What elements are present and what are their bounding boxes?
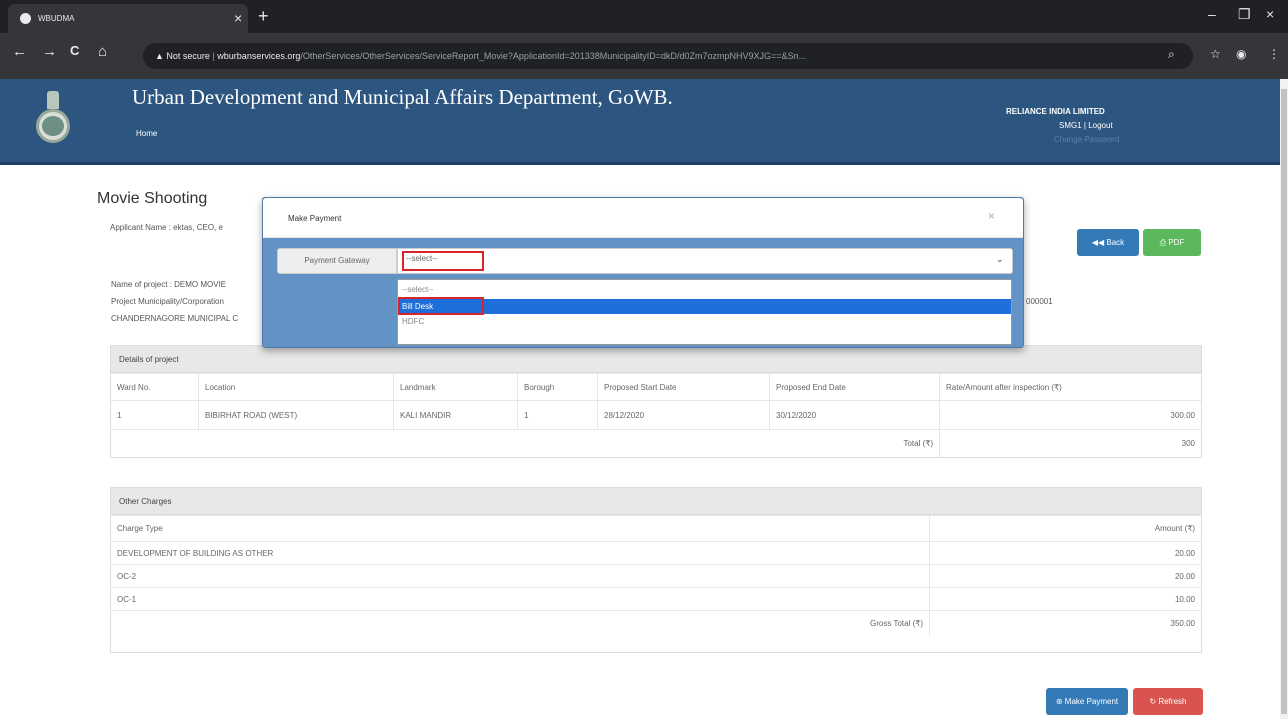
project-name: Name of project : DEMO MOVIE [111, 280, 227, 289]
total-label: Total (₹) [111, 430, 940, 457]
home-icon[interactable]: ⌂ [98, 43, 107, 60]
star-icon[interactable]: ☆ [1210, 47, 1221, 61]
table-cell: 1 [111, 401, 199, 429]
site-favicon-icon [20, 13, 31, 24]
option-hdfc[interactable]: HDFC [398, 314, 1011, 329]
payment-gateway-label: Payment Gateway [277, 248, 397, 274]
table-cell: 10.00 [1174, 594, 1195, 604]
column-header: Amount (₹) [1154, 524, 1195, 533]
table-row: DEVELOPMENT OF BUILDING AS OTHER 20.00 [111, 541, 1201, 564]
table-cell: 20.00 [1174, 571, 1195, 581]
column-header: Rate/Amount after inspection (₹) [946, 382, 1062, 392]
page-title: Movie Shooting [97, 190, 208, 207]
option-bill-desk[interactable]: Bill Desk [398, 299, 1011, 314]
option-select[interactable]: --select-- [398, 282, 1011, 297]
column-header: Location [199, 374, 394, 400]
refresh-button[interactable]: ↻ Refresh [1133, 688, 1203, 715]
chevron-down-icon: ⌄ [996, 254, 1004, 264]
company-name: RELIANCE INDIA LIMITED [1006, 107, 1105, 116]
annotation-highlight-box [402, 251, 484, 271]
tab-title: WBUDMA [38, 14, 75, 23]
browser-tab-bar: WBUDMA × + – ❐ × [0, 0, 1288, 33]
table-cell: BIBIRHAT ROAD (WEST) [199, 401, 394, 429]
home-link[interactable]: Home [136, 129, 157, 138]
column-header: Charge Type [111, 516, 930, 541]
browser-toolbar: ← → C ⌂ ▲ Not secure | wburbanservices.o… [0, 33, 1288, 79]
modal-title: Make Payment [288, 214, 342, 223]
table-row: OC-1 10.00 [111, 587, 1201, 610]
tab-close-icon[interactable]: × [234, 10, 242, 26]
gateway-options-list: --select-- Bill Desk HDFC [397, 279, 1012, 345]
modal-header: Make Payment × [263, 198, 1023, 238]
table-cell: 28/12/2020 [598, 401, 770, 429]
site-header: Urban Development and Municipal Affairs … [0, 79, 1280, 165]
menu-icon[interactable]: ⋮ [1268, 47, 1280, 61]
address-bar[interactable]: ▲ Not secure | wburbanservices.org/Other… [143, 43, 1193, 69]
project-details-panel: Details of project Ward No. Location Lan… [110, 345, 1202, 458]
make-payment-button[interactable]: ⊛ Make Payment [1046, 688, 1128, 715]
table-cell: 300.00 [1170, 410, 1195, 420]
project-municipality-name: CHANDERNAGORE MUNICIPAL C [111, 314, 239, 323]
new-tab-icon[interactable]: + [258, 6, 269, 27]
column-header: Proposed Start Date [598, 374, 770, 400]
modal-close-icon[interactable]: × [988, 209, 995, 223]
table-cell: KALI MANDIR [394, 401, 518, 429]
maximize-icon[interactable]: ❐ [1238, 6, 1251, 23]
gross-total-value: 350.00 [1170, 619, 1195, 628]
browser-tab[interactable]: WBUDMA × [8, 4, 248, 33]
not-secure-label[interactable]: ▲ Not secure [155, 51, 210, 61]
table-cell: 20.00 [1174, 548, 1195, 558]
table-header-row: Ward No. Location Landmark Borough Propo… [111, 373, 1201, 400]
column-header: Landmark [394, 374, 518, 400]
column-header: Borough [518, 374, 598, 400]
forward-arrow-icon[interactable]: → [42, 43, 57, 60]
project-municipality: Project Municipality/Corporation [111, 297, 224, 306]
pdf-button[interactable]: ⎙ PDF [1143, 229, 1201, 256]
site-title: Urban Development and Municipal Affairs … [132, 85, 673, 109]
minimize-icon[interactable]: – [1208, 6, 1216, 22]
gross-total-label: Gross Total (₹) [111, 611, 930, 636]
table-cell: OC-2 [111, 565, 930, 587]
gross-total-row: Gross Total (₹) 350.00 [111, 610, 1201, 636]
other-charges-panel: Other Charges Charge Type Amount (₹) DEV… [110, 487, 1202, 653]
table-row: OC-2 20.00 [111, 564, 1201, 587]
annotation-highlight-box [398, 297, 484, 315]
back-icon: ◀◀ [1091, 238, 1107, 247]
search-icon[interactable]: ⌕ [1168, 47, 1175, 62]
table-cell: 30/12/2020 [770, 401, 940, 429]
reload-icon[interactable]: C [70, 43, 79, 58]
extension-icon[interactable]: ◉ [1236, 47, 1246, 61]
check-circle-icon: ⊛ [1055, 697, 1065, 706]
total-row: Total (₹) 300 [111, 429, 1201, 457]
table-row: 1 BIBIRHAT ROAD (WEST) KALI MANDIR 1 28/… [111, 400, 1201, 429]
change-password-link[interactable]: Change Password [1054, 135, 1119, 144]
scrollbar-thumb[interactable] [1281, 89, 1287, 714]
table-cell: 1 [518, 401, 598, 429]
column-header: Proposed End Date [770, 374, 940, 400]
back-button[interactable]: ◀◀ Back [1077, 229, 1139, 256]
table-header-row: Charge Type Amount (₹) [111, 515, 1201, 541]
column-header: Ward No. [111, 374, 199, 400]
page-scrollbar[interactable] [1280, 79, 1288, 719]
back-arrow-icon[interactable]: ← [12, 43, 27, 60]
table-cell: DEVELOPMENT OF BUILDING AS OTHER [111, 542, 930, 564]
payment-gateway-select[interactable]: --select-- ⌄ [397, 248, 1013, 274]
project-details-title: Details of project [111, 346, 1201, 373]
other-charges-title: Other Charges [111, 488, 1201, 515]
project-id-suffix: 000001 [1026, 297, 1053, 306]
user-logout-link[interactable]: SMG1 | Logout [1059, 121, 1113, 130]
url-host: wburbanservices.org [217, 51, 301, 61]
window-close-icon[interactable]: × [1266, 6, 1274, 22]
government-emblem-icon [32, 91, 72, 153]
table-cell: OC-1 [111, 588, 930, 610]
total-value: 300 [1181, 439, 1195, 448]
applicant-name: Applicant Name : ektas, CEO, e [110, 223, 223, 232]
url-path: /OtherServices/OtherServices/ServiceRepo… [300, 51, 807, 61]
